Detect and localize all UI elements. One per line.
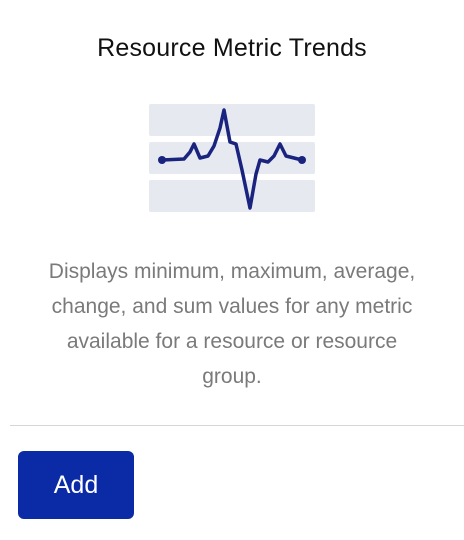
line-chart-trend-icon: [149, 104, 315, 212]
add-button[interactable]: Add: [18, 451, 134, 519]
illustration-start-dot: [158, 156, 166, 164]
widget-description: Displays minimum, maximum, average, chan…: [48, 260, 416, 388]
widget-title: Resource Metric Trends: [97, 34, 367, 62]
widget-card: Resource Metric Trends Displays minimum,…: [0, 0, 464, 540]
divider: [10, 425, 464, 426]
illustration-band-bottom: [149, 180, 315, 212]
illustration-end-dot: [298, 156, 306, 164]
illustration-band-top: [149, 104, 315, 136]
